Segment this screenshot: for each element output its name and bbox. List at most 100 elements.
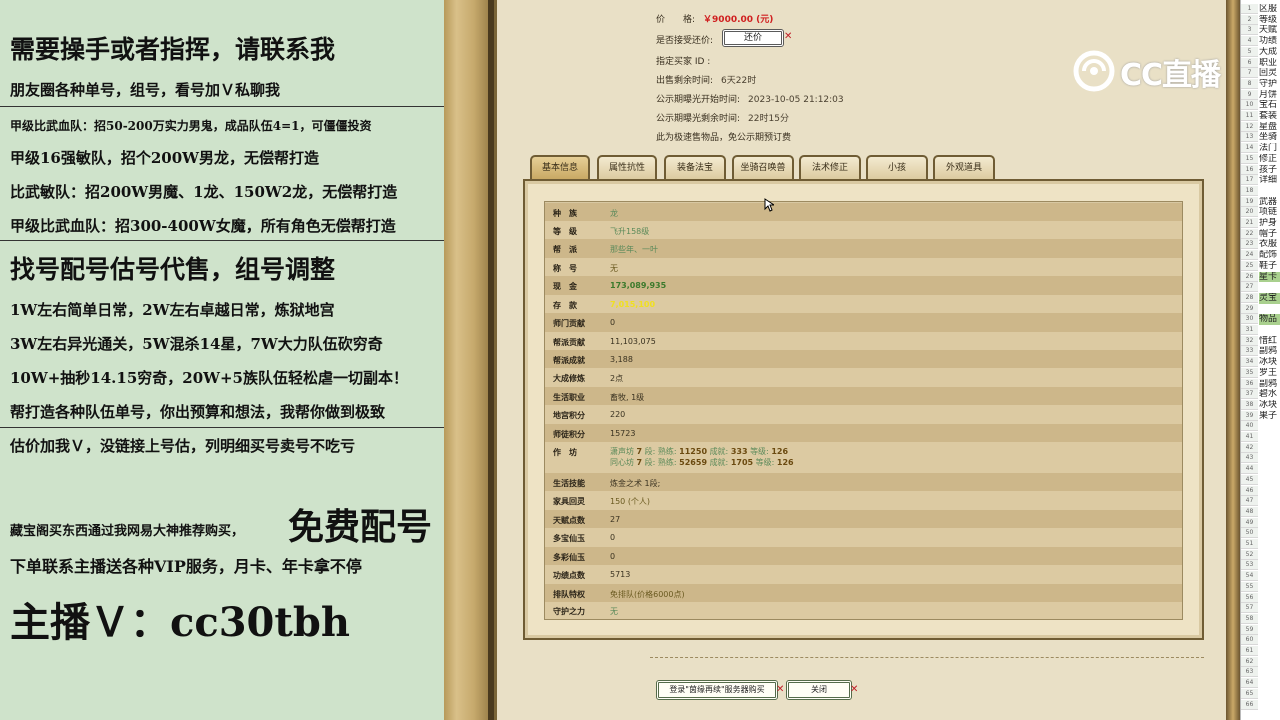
window-frame-right — [1226, 0, 1240, 720]
public-start-value: 2023-10-05 21:12:03 — [748, 95, 844, 105]
tab-mounts[interactable]: 坐骑召唤兽 — [732, 155, 794, 179]
sheet-cell[interactable] — [1259, 325, 1280, 336]
row-value: 173,089,935 — [610, 281, 667, 290]
sheet-cell[interactable] — [1259, 282, 1280, 293]
sheet-cell[interactable]: 天赋 — [1259, 25, 1280, 36]
sheet-cell[interactable]: 武器 — [1259, 197, 1280, 208]
row-value: 无 — [610, 264, 618, 273]
row-label: 现 金 — [553, 282, 577, 291]
row-number: 9 — [1241, 89, 1258, 100]
sheet-cell[interactable]: 修正 — [1259, 154, 1280, 165]
row-label: 多宝仙玉 — [553, 534, 585, 543]
sheet-cell[interactable]: 回灵 — [1259, 68, 1280, 79]
row-value: 0 — [610, 318, 616, 327]
sheet-cell[interactable]: 月饼 — [1259, 90, 1280, 101]
sheet-cell[interactable]: 坐骑 — [1259, 132, 1280, 143]
row-value: 3,188 — [610, 355, 633, 364]
row-number: 11 — [1241, 111, 1258, 121]
overlay-line: 3W左右异光通关，5W混杀14星，7W大力队伍砍穷奇 — [10, 335, 383, 353]
row-number: 36 — [1241, 378, 1258, 389]
row-label: 帮派成就 — [553, 356, 585, 365]
row-label: 作 坊 — [553, 448, 577, 457]
sheet-cell[interactable]: 副鸦 — [1259, 346, 1280, 357]
sheet-cell[interactable]: 宝石 — [1259, 100, 1280, 111]
workshop-achievement-value: 333 — [730, 447, 748, 456]
overlay-line: 比武敏队：招200W男魔、1龙、150W2龙，无偿帮打造 — [10, 183, 398, 201]
row-number: 43 — [1241, 453, 1258, 464]
row-number: 47 — [1241, 496, 1258, 507]
row-number: 34 — [1241, 357, 1258, 368]
overlay-line: 朋友圈各种单号，组号，看号加Ｖ私聊我 — [10, 81, 281, 99]
sheet-cell[interactable]: 衣服 — [1259, 239, 1280, 250]
bargain-button[interactable]: 还价 — [722, 29, 784, 47]
row-number: 60 — [1241, 635, 1258, 646]
row-number: 65 — [1241, 688, 1258, 699]
workshop-achievement-value: 1705 — [730, 458, 754, 467]
sheet-cell[interactable]: 功绩 — [1259, 36, 1280, 47]
workshop-skill-label: 熟练: — [657, 447, 677, 456]
sheet-cell[interactable]: 区服 — [1259, 4, 1280, 15]
sheet-cell[interactable]: 等级 — [1259, 15, 1280, 26]
sheet-cell[interactable]: 星卡 — [1259, 271, 1280, 283]
row-number: 19 — [1241, 196, 1258, 207]
row-number: 48 — [1241, 506, 1258, 517]
row-value: 0 — [610, 552, 616, 561]
close-button[interactable]: 关闭 — [786, 680, 852, 700]
overlay-line: 甲级16强敏队，招个200W男龙，无偿帮打造 — [10, 149, 320, 167]
row-value: 0 — [610, 533, 616, 542]
login-server-buy-button[interactable]: 登录"茵缘再续"服务器购买 — [656, 680, 778, 700]
public-start-row: 公示期曝光开始时间: 2023-10-05 21:12:03 — [656, 92, 844, 105]
sheet-cell[interactable]: 法门 — [1259, 143, 1280, 154]
sheet-cell[interactable]: 帽子 — [1259, 229, 1280, 240]
row-label: 多彩仙玉 — [553, 553, 585, 562]
row-number: 13 — [1241, 132, 1258, 143]
sheet-cell[interactable]: 护身 — [1259, 218, 1280, 229]
tab-basic-info[interactable]: 基本信息 — [530, 155, 590, 179]
row-number: 1 — [1241, 4, 1258, 14]
sheet-cell[interactable]: 守护 — [1259, 79, 1280, 90]
row-number: 54 — [1241, 571, 1258, 582]
sheet-cell[interactable]: 项链 — [1259, 207, 1280, 218]
tab-spells[interactable]: 法术修正 — [799, 155, 861, 179]
workshop-level-value: 126 — [776, 458, 794, 467]
remaining-time-row: 出售剩余时间: 6天22时 — [656, 73, 756, 86]
overlay-headline: 需要操手或者指挥，请联系我 — [10, 35, 336, 64]
sheet-cell[interactable]: 碧水 — [1259, 389, 1280, 400]
sheet-cell[interactable]: 星盘 — [1259, 122, 1280, 133]
tab-equipment[interactable]: 装备法宝 — [664, 155, 726, 179]
sheet-cell[interactable]: 详细 — [1259, 175, 1280, 186]
sheet-cell[interactable] — [1259, 186, 1280, 197]
sheet-cell[interactable]: 鞋子 — [1259, 261, 1280, 272]
sheet-cell[interactable] — [1259, 304, 1280, 315]
sheet-cell[interactable]: 套装 — [1259, 111, 1280, 122]
sheet-cell[interactable]: 物品 — [1259, 314, 1280, 325]
sheet-cell[interactable]: 副鸦 — [1259, 379, 1280, 390]
workshop-line: 同心坊 7 段: 熟练: 52659 成就: 1705 等级: 126 — [610, 457, 794, 468]
tab-attributes[interactable]: 属性抗性 — [597, 155, 657, 179]
table-row: 生活技能 炼金之术 1段; — [545, 473, 1182, 491]
divider — [650, 657, 1204, 658]
row-number: 10 — [1241, 100, 1258, 111]
row-label: 生活职业 — [553, 393, 585, 402]
workshop-achievement-label: 成就: — [709, 447, 729, 456]
overlay-line: 估价加我Ｖ，没链接上号估，列明细买号卖号不吃亏 — [10, 437, 356, 455]
sheet-cell[interactable]: 罗王 — [1259, 368, 1280, 379]
sheet-cell[interactable]: 灵宝 — [1259, 292, 1280, 304]
row-number: 3 — [1241, 25, 1258, 36]
sheet-cell[interactable]: 冰块 — [1259, 357, 1280, 368]
sheet-cell[interactable]: 惜红 — [1259, 336, 1280, 347]
tab-appearance[interactable]: 外观道具 — [933, 155, 995, 179]
sheet-cell[interactable]: 果子 — [1259, 411, 1280, 422]
row-number: 63 — [1241, 667, 1258, 678]
sheet-cell[interactable]: 冰块 — [1259, 400, 1280, 411]
row-number: 55 — [1241, 581, 1258, 592]
row-label: 大成修炼 — [553, 374, 585, 383]
row-label: 天赋点数 — [553, 516, 585, 525]
sheet-cell[interactable]: 孩子 — [1259, 165, 1280, 176]
sheet-cell[interactable]: 职业 — [1259, 58, 1280, 69]
sheet-cell[interactable]: 配饰 — [1259, 250, 1280, 261]
overlay-line: 10W+抽秒14.15穷奇，20W+5族队伍轻松虐一切副本！ — [10, 369, 408, 387]
overlay-highlight: 免费配号 — [288, 506, 433, 548]
sheet-cell[interactable]: 大成 — [1259, 47, 1280, 58]
tab-children[interactable]: 小孩 — [866, 155, 928, 179]
